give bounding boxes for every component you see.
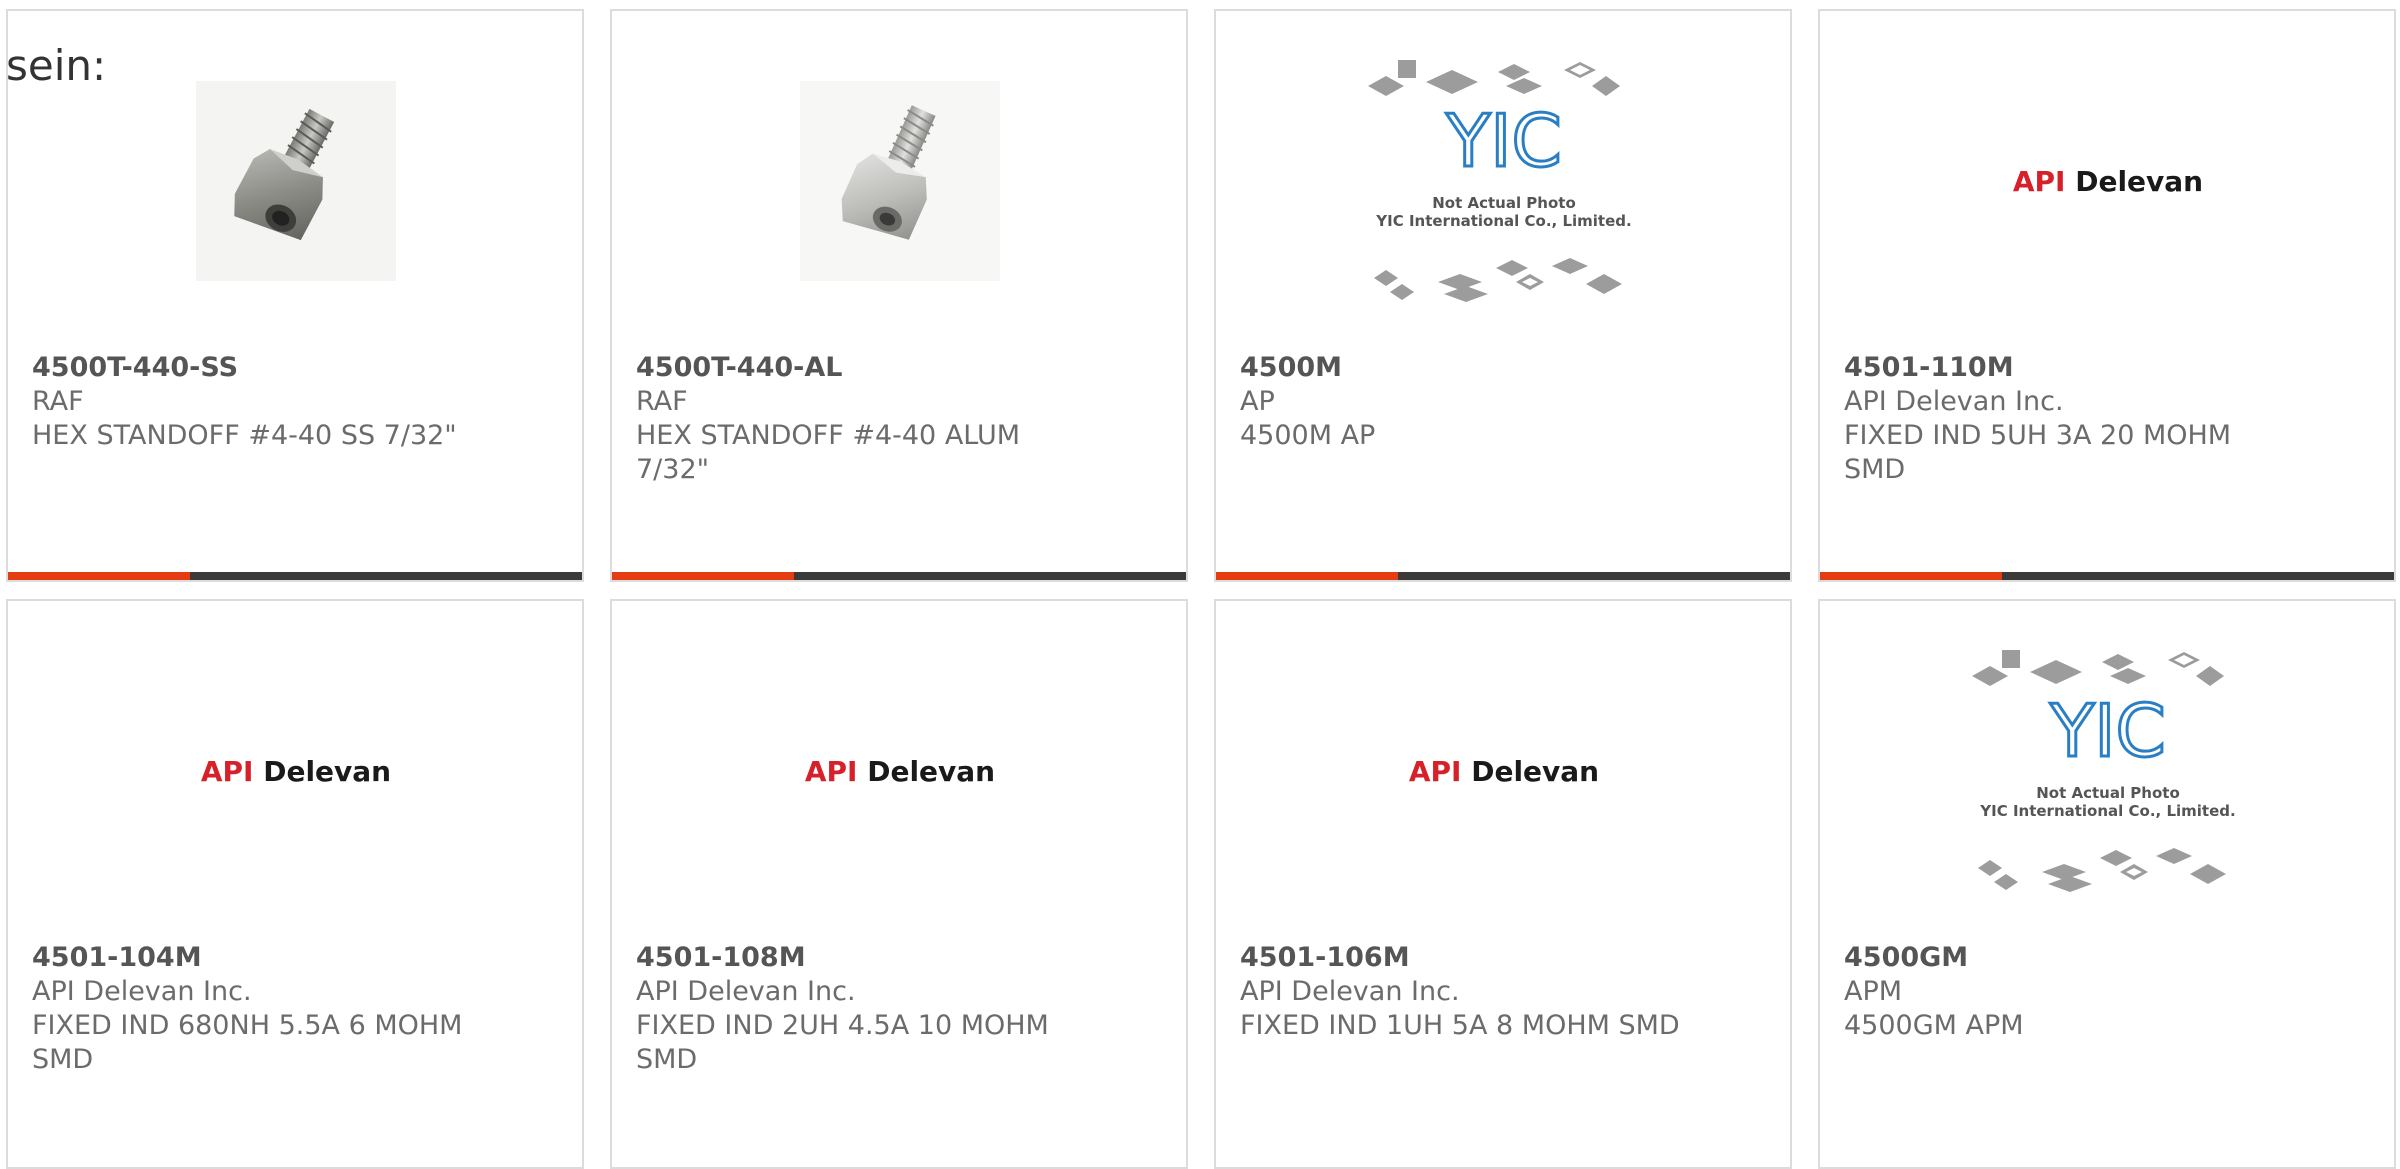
description: HEX STANDOFF #4-40 ALUM 7/32" xyxy=(636,420,1021,485)
product-card[interactable]: 4500T-440-SS RAF HEX STANDOFF #4-40 SS 7… xyxy=(6,9,584,582)
product-image-api-delevan[interactable]: API Delevan xyxy=(752,671,1048,871)
product-card[interactable]: YIC Not Actual Photo YIC International C… xyxy=(1818,599,2396,1169)
description: 4500GM APM xyxy=(1844,1010,2024,1041)
description: FIXED IND 680NH 5.5A 6 MOHM SMD xyxy=(32,1010,463,1075)
part-number[interactable]: 4500T-440-SS xyxy=(32,351,472,385)
card-bottom-bar xyxy=(8,572,582,580)
product-image-api-delevan[interactable]: API Delevan xyxy=(148,671,444,871)
yic-placeholder-logo: YIC Not Actual Photo YIC International C… xyxy=(1368,60,1632,302)
description: HEX STANDOFF #4-40 SS 7/32" xyxy=(32,420,457,451)
api-logo-text: API xyxy=(200,754,254,788)
product-info: 4500M AP 4500M AP xyxy=(1240,351,1680,453)
description: FIXED IND 5UH 3A 20 MOHM SMD xyxy=(1844,420,2232,485)
product-card[interactable]: API Delevan 4501-106M API Delevan Inc. F… xyxy=(1214,599,1792,1169)
product-card[interactable]: YIC Not Actual Photo YIC International C… xyxy=(1214,9,1792,582)
part-number[interactable]: 4500T-440-AL xyxy=(636,351,1076,385)
manufacturer: RAF xyxy=(636,386,688,417)
description: 4500M AP xyxy=(1240,420,1376,451)
part-number[interactable]: 4501-110M xyxy=(1844,351,2284,385)
manufacturer: API Delevan Inc. xyxy=(636,976,856,1007)
manufacturer: API Delevan Inc. xyxy=(1240,976,1460,1007)
product-info: 4501-104M API Delevan Inc. FIXED IND 680… xyxy=(32,941,472,1077)
not-actual-photo-text: Not Actual Photo xyxy=(1432,194,1576,212)
product-grid: 4500T-440-SS RAF HEX STANDOFF #4-40 SS 7… xyxy=(0,0,2400,1169)
product-image-api-delevan[interactable]: API Delevan xyxy=(1356,671,1652,871)
product-info: 4501-108M API Delevan Inc. FIXED IND 2UH… xyxy=(636,941,1076,1077)
card-bottom-bar xyxy=(612,572,1186,580)
api-logo-text: API xyxy=(1408,754,1462,788)
product-image-placeholder[interactable]: YIC Not Actual Photo YIC International C… xyxy=(1960,650,2256,892)
product-image-placeholder[interactable]: YIC Not Actual Photo YIC International C… xyxy=(1356,60,1652,302)
api-delevan-logo: API Delevan xyxy=(1409,755,1599,788)
api-delevan-logo: API Delevan xyxy=(2013,165,2203,198)
card-bottom-bar xyxy=(1216,572,1790,580)
delevan-logo-text: Delevan xyxy=(2075,164,2204,198)
card-accent xyxy=(1216,572,1398,580)
product-image-api-delevan[interactable]: API Delevan xyxy=(1960,81,2256,281)
part-number[interactable]: 4500GM xyxy=(1844,941,2284,975)
yic-placeholder-logo: YIC Not Actual Photo YIC International C… xyxy=(1972,650,2236,892)
api-delevan-logo: API Delevan xyxy=(201,755,391,788)
yic-company-text: YIC International Co., Limited. xyxy=(1375,212,1631,230)
part-number[interactable]: 4501-106M xyxy=(1240,941,1680,975)
product-info: 4500T-440-SS RAF HEX STANDOFF #4-40 SS 7… xyxy=(32,351,472,453)
product-image-hex-standoff-steel[interactable] xyxy=(196,81,396,281)
hex-standoff-steel-photo xyxy=(196,81,396,281)
manufacturer: AP xyxy=(1240,386,1275,417)
product-image-hex-standoff-aluminum[interactable] xyxy=(800,81,1000,281)
product-info: 4500GM APM 4500GM APM xyxy=(1844,941,2284,1043)
yic-company-text: YIC International Co., Limited. xyxy=(1979,802,2235,820)
card-accent xyxy=(612,572,794,580)
manufacturer: API Delevan Inc. xyxy=(1844,386,2064,417)
product-info: 4501-106M API Delevan Inc. FIXED IND 1UH… xyxy=(1240,941,1680,1043)
yic-mark: YIC xyxy=(1445,99,1562,183)
api-logo-text: API xyxy=(2012,164,2066,198)
product-card[interactable]: API Delevan 4501-104M API Delevan Inc. F… xyxy=(6,599,584,1169)
api-delevan-logo: API Delevan xyxy=(805,755,995,788)
intro-text: sein: xyxy=(6,41,107,90)
description: FIXED IND 1UH 5A 8 MOHM SMD xyxy=(1240,1010,1680,1041)
product-info: 4500T-440-AL RAF HEX STANDOFF #4-40 ALUM… xyxy=(636,351,1076,487)
part-number[interactable]: 4500M xyxy=(1240,351,1680,385)
delevan-logo-text: Delevan xyxy=(263,754,392,788)
part-number[interactable]: 4501-108M xyxy=(636,941,1076,975)
hex-standoff-aluminum-photo xyxy=(800,81,1000,281)
manufacturer: API Delevan Inc. xyxy=(32,976,252,1007)
description: FIXED IND 2UH 4.5A 10 MOHM SMD xyxy=(636,1010,1049,1075)
part-number[interactable]: 4501-104M xyxy=(32,941,472,975)
not-actual-photo-text: Not Actual Photo xyxy=(2036,784,2180,802)
card-accent xyxy=(8,572,190,580)
product-info: 4501-110M API Delevan Inc. FIXED IND 5UH… xyxy=(1844,351,2284,487)
product-card[interactable]: 4500T-440-AL RAF HEX STANDOFF #4-40 ALUM… xyxy=(610,9,1188,582)
card-accent xyxy=(1820,572,2002,580)
delevan-logo-text: Delevan xyxy=(867,754,996,788)
manufacturer: RAF xyxy=(32,386,84,417)
product-card[interactable]: API Delevan 4501-110M API Delevan Inc. F… xyxy=(1818,9,2396,582)
product-card[interactable]: API Delevan 4501-108M API Delevan Inc. F… xyxy=(610,599,1188,1169)
card-bottom-bar xyxy=(1820,572,2394,580)
yic-mark: YIC xyxy=(2049,689,2166,773)
manufacturer: APM xyxy=(1844,976,1903,1007)
delevan-logo-text: Delevan xyxy=(1471,754,1600,788)
api-logo-text: API xyxy=(804,754,858,788)
